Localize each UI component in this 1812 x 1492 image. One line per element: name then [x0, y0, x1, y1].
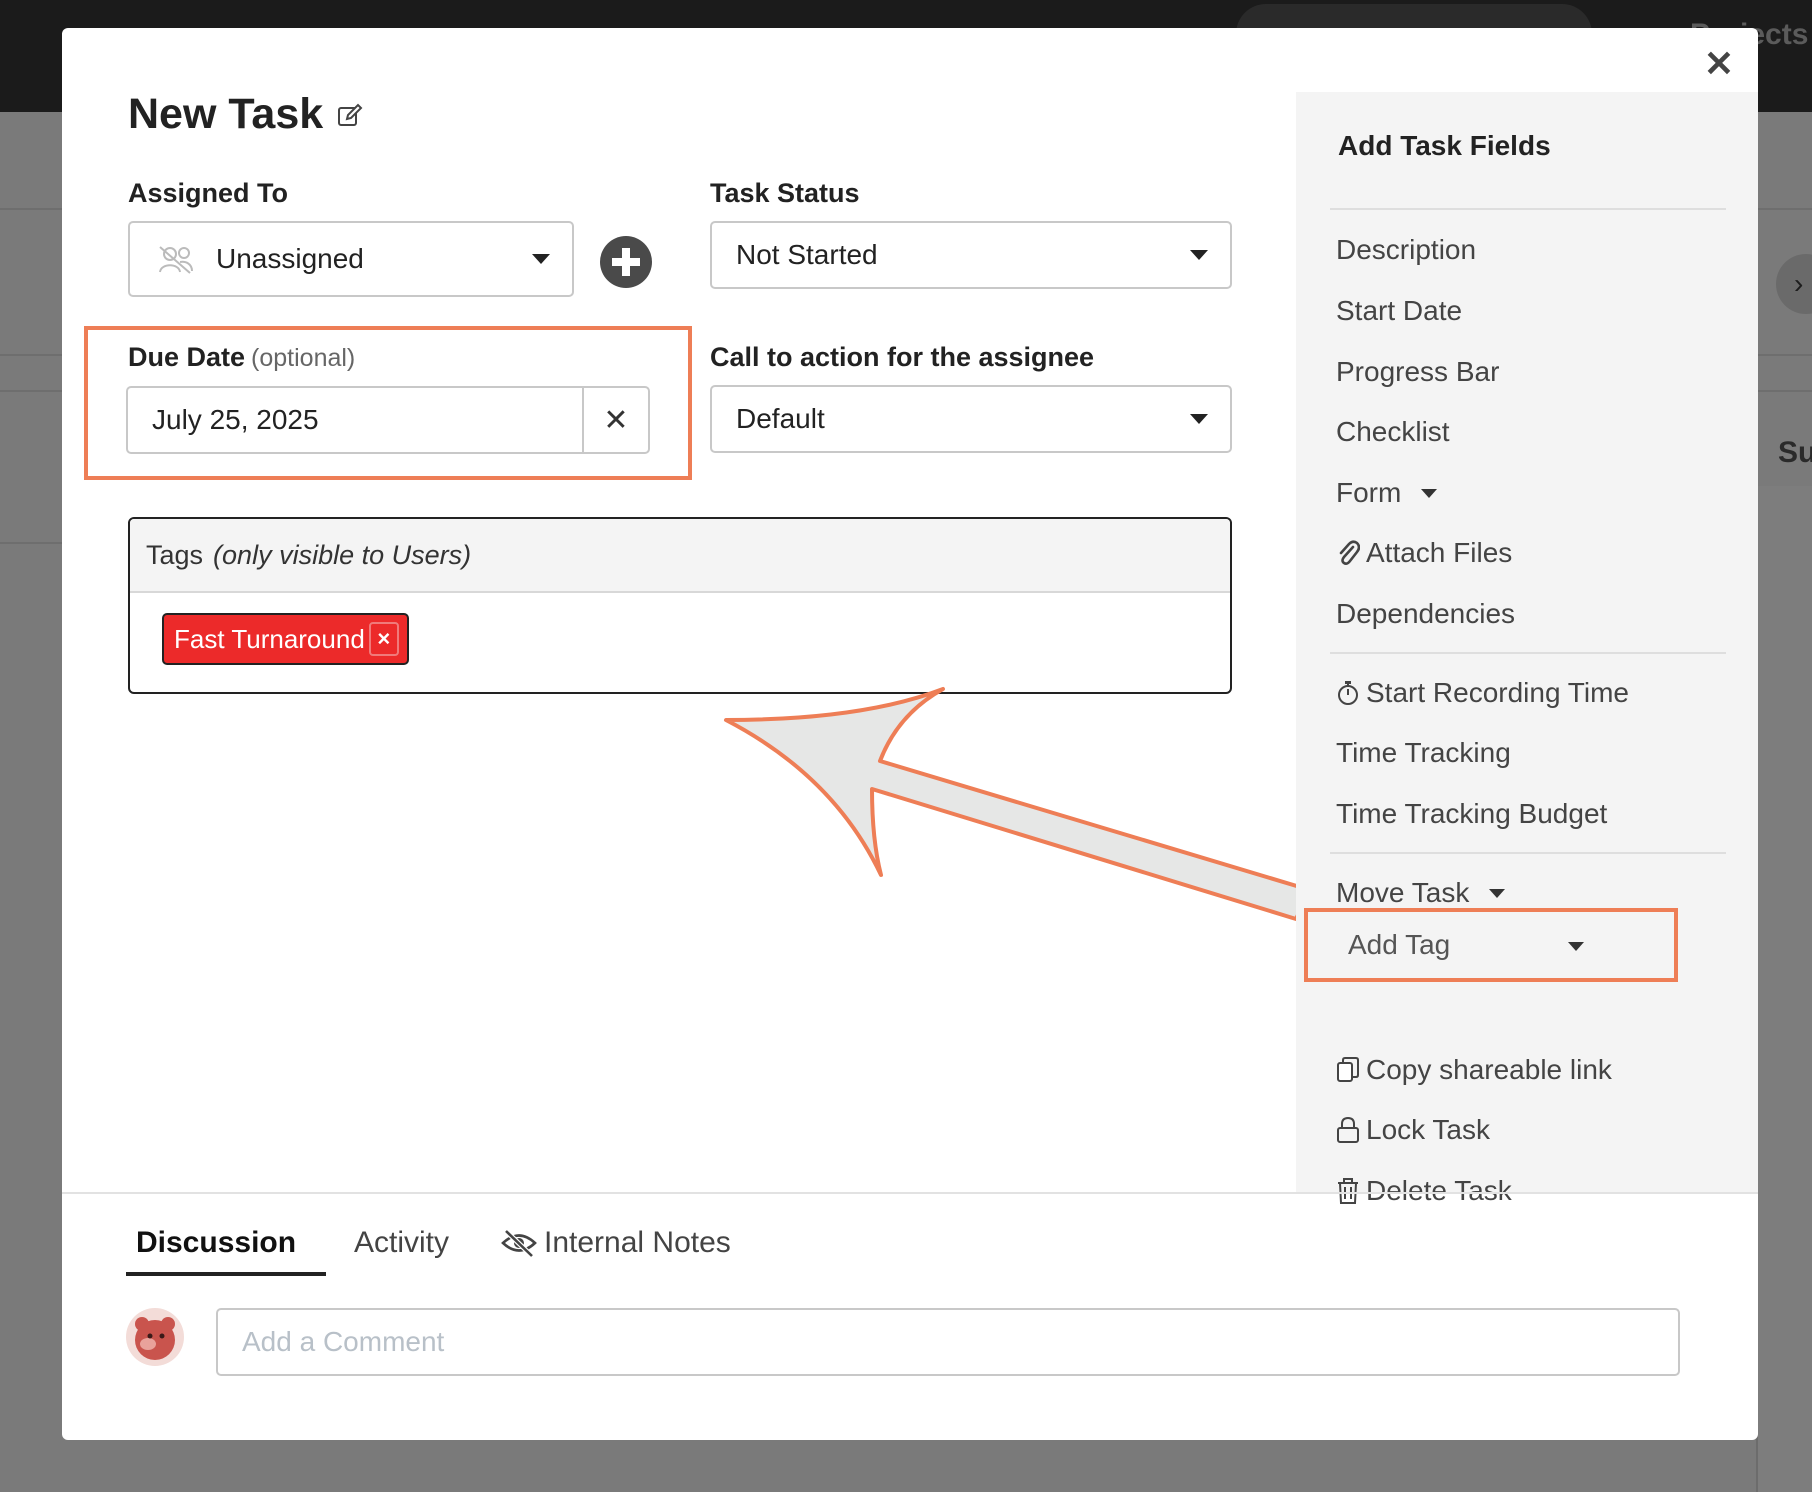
avatar [126, 1308, 184, 1366]
new-task-modal: ✕ New Task Assigned To Unassigned Task S… [62, 28, 1758, 1440]
field-description[interactable]: Description [1336, 234, 1476, 266]
tab-discussion[interactable]: Discussion [136, 1226, 296, 1260]
tab-activity[interactable]: Activity [354, 1226, 449, 1260]
panel-title: Add Task Fields [1338, 130, 1551, 161]
chevron-down-icon [1568, 942, 1584, 951]
form-label: Form [1336, 477, 1402, 508]
field-checklist[interactable]: Checklist [1336, 416, 1450, 448]
field-time-tracking-budget[interactable]: Time Tracking Budget [1336, 798, 1607, 830]
field-progress-bar[interactable]: Progress Bar [1336, 356, 1499, 388]
field-move-task[interactable]: Move Task [1336, 877, 1506, 909]
internal-notes-label: Internal Notes [544, 1226, 731, 1259]
stopwatch-icon [1336, 679, 1360, 707]
move-task-label: Move Task [1336, 877, 1470, 908]
eye-slash-icon [500, 1228, 538, 1258]
footer-divider [62, 1192, 1758, 1194]
chevron-down-icon [1421, 488, 1438, 498]
panel-divider [1330, 852, 1726, 854]
field-dependencies[interactable]: Dependencies [1336, 598, 1515, 630]
background-chevron-button: › [1776, 254, 1812, 314]
delete-task[interactable]: Delete Task [1336, 1175, 1512, 1207]
field-attach-files[interactable]: Attach Files [1336, 537, 1512, 569]
background-side-heading: Su [1778, 436, 1812, 469]
add-tag-label: Add Tag [1348, 929, 1451, 960]
lock-task[interactable]: Lock Task [1336, 1114, 1490, 1146]
field-start-recording-time[interactable]: Start Recording Time [1336, 677, 1629, 709]
lock-icon [1336, 1116, 1360, 1144]
delete-task-label: Delete Task [1366, 1175, 1512, 1206]
panel-divider [1330, 652, 1726, 654]
background-side-panel [1756, 486, 1812, 1492]
copy-link-label: Copy shareable link [1366, 1054, 1612, 1085]
chevron-down-icon [1489, 888, 1506, 898]
paperclip-icon [1336, 539, 1360, 567]
field-start-date[interactable]: Start Date [1336, 295, 1462, 327]
field-time-tracking[interactable]: Time Tracking [1336, 737, 1511, 769]
add-tag-dropdown[interactable]: Add Tag [1304, 908, 1678, 982]
field-form[interactable]: Form [1336, 477, 1438, 509]
copy-shareable-link[interactable]: Copy shareable link [1336, 1054, 1612, 1086]
task-fields-panel: Add Task Fields Description Start Date P… [1296, 92, 1758, 1206]
tab-internal-notes[interactable]: Internal Notes [500, 1226, 731, 1260]
start-recording-label: Start Recording Time [1366, 677, 1629, 708]
lock-task-label: Lock Task [1366, 1114, 1490, 1145]
copy-icon [1336, 1056, 1360, 1084]
active-tab-indicator [126, 1272, 326, 1276]
attach-files-label: Attach Files [1366, 537, 1513, 568]
panel-divider [1330, 208, 1726, 210]
comment-input[interactable] [216, 1308, 1680, 1376]
trash-icon [1336, 1177, 1360, 1205]
